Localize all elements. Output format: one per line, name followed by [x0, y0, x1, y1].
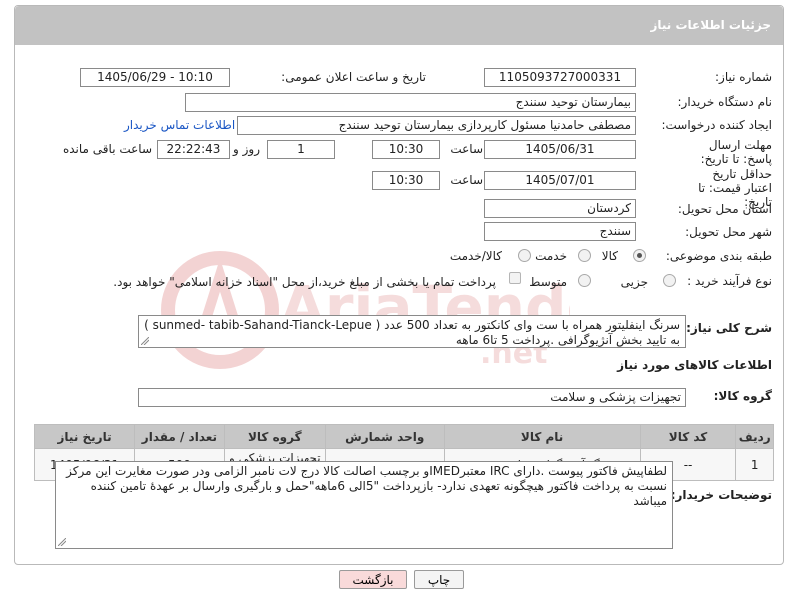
days-label: روز و — [233, 142, 260, 156]
category-radio-goods[interactable] — [633, 249, 646, 262]
col-row: ردیف — [735, 424, 774, 449]
resize-grip-icon[interactable] — [141, 337, 149, 345]
validity-time-label: ساعت — [450, 173, 483, 187]
purchase-type-label: نوع فرآیند خرید : — [687, 274, 772, 288]
buyer-contact-link[interactable]: اطلاعات تماس خریدار — [124, 118, 235, 132]
col-group: گروه کالا — [223, 424, 326, 449]
remaining-label: ساعت باقی مانده — [62, 142, 152, 156]
back-button[interactable]: بازگشت — [339, 570, 407, 589]
city-label: شهر محل تحویل: — [685, 225, 772, 239]
buyer-notes-textarea[interactable]: لطفاپیش فاکتور پیوست .دارای IRC معتبرIME… — [55, 461, 673, 549]
reply-deadline-label: مهلت ارسال پاسخ: تا تاریخ: — [700, 138, 772, 166]
reply-deadline-label-text: مهلت ارسال پاسخ: تا تاریخ: — [700, 138, 772, 166]
province-field: کردستان — [484, 199, 636, 218]
description-text: سرنگ اینفلیتور همراه با ست وای کانکتور ب… — [144, 318, 680, 347]
buyer-org-field: بیمارستان توحید سنندج — [185, 93, 636, 112]
col-unit: واحد شمارش — [324, 424, 445, 449]
goods-info-title: اطلاعات کالاهای مورد نیاز — [617, 358, 772, 372]
panel-header: جزئیات اطلاعات نیاز — [15, 6, 783, 45]
reply-date-field: 1405/06/31 — [484, 140, 636, 159]
announce-label: تاریخ و ساعت اعلان عمومی: — [281, 70, 426, 84]
panel-title: جزئیات اطلاعات نیاز — [650, 18, 771, 32]
table-header-row: ردیف کد کالا نام کالا واحد شمارش گروه کا… — [33, 424, 774, 449]
print-button[interactable]: چاپ — [414, 570, 464, 589]
buyer-org-label: نام دستگاه خریدار: — [677, 95, 773, 109]
goods-group-label: گروه کالا: — [713, 389, 772, 403]
category-radio-service[interactable] — [578, 249, 591, 262]
description-textarea[interactable]: سرنگ اینفلیتور همراه با ست وای کانکتور ب… — [138, 315, 686, 348]
need-number-label: شماره نیاز: — [715, 70, 772, 84]
col-name: نام کالا — [443, 424, 641, 449]
purchase-option-medium: متوسط — [529, 275, 567, 289]
buyer-notes-text: لطفاپیش فاکتور پیوست .دارای IRC معتبرIME… — [66, 464, 667, 508]
col-quantity: تعداد / مقدار — [134, 424, 225, 449]
col-code: کد کالا — [639, 424, 737, 449]
category-option-service: خدمت — [535, 249, 567, 263]
remaining-time-field: 22:22:43 — [157, 140, 230, 159]
need-number-field: 1105093727000331 — [484, 68, 636, 87]
treasury-payment-checkbox[interactable] — [509, 272, 521, 284]
reply-time-label: ساعت — [450, 142, 483, 156]
purchase-radio-partial[interactable] — [663, 274, 676, 287]
treasury-payment-note: پرداخت تمام یا بخشی از مبلغ خرید،از محل … — [113, 275, 496, 289]
description-label: شرح کلی نیاز: — [686, 321, 772, 335]
announce-datetime-field: 1405/06/29 - 10:10 — [80, 68, 230, 87]
goods-group-field: تجهیزات پزشکی و سلامت — [138, 388, 686, 407]
days-field: 1 — [267, 140, 335, 159]
reply-time-field: 10:30 — [372, 140, 440, 159]
purchase-option-partial: جزیی — [620, 275, 648, 289]
cell-row: 1 — [735, 448, 774, 481]
category-option-goods-service: کالا/خدمت — [449, 249, 502, 263]
col-date: تاریخ نیاز — [33, 424, 136, 449]
city-field: سنندج — [484, 222, 636, 241]
category-option-goods: کالا — [601, 249, 618, 263]
creator-label: ایجاد کننده درخواست: — [661, 118, 772, 132]
validity-time-field: 10:30 — [372, 171, 440, 190]
purchase-radio-medium[interactable] — [578, 274, 591, 287]
creator-field: مصطفی حامدنیا مسئول کارپردازی بیمارستان … — [237, 116, 636, 135]
buyer-notes-label: توضیحات خریدار: — [670, 488, 772, 502]
category-label: طبقه بندی موضوعی: — [665, 249, 772, 263]
resize-grip-icon[interactable] — [58, 538, 66, 546]
category-radio-goods-service[interactable] — [518, 249, 531, 262]
validity-date-field: 1405/07/01 — [484, 171, 636, 190]
province-label: استان محل تحویل: — [677, 202, 772, 216]
